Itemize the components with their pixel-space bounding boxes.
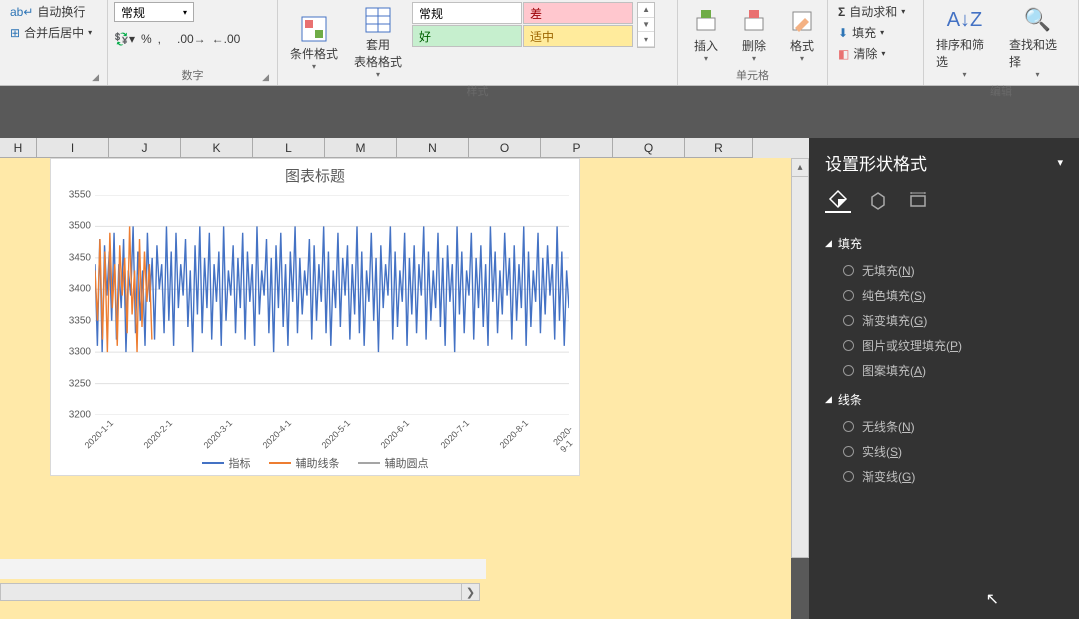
delete-icon <box>738 5 770 37</box>
size-properties-tab-icon[interactable] <box>905 187 931 213</box>
sheet-tab-bar[interactable]: ❯ <box>0 559 486 579</box>
dialog-launcher-icon[interactable]: ◢ <box>262 72 269 83</box>
fill-option-3[interactable]: 图片或纹理填充(P) <box>825 333 1063 358</box>
find-icon: 🔍 <box>1022 4 1054 36</box>
format-shape-pane: 设置形状格式 ▾ ◢填充 无填充(N)纯色填充(S)渐变填充(G)图片或纹理填充(… <box>809 138 1079 619</box>
wrap-text-button[interactable]: ab↵自动换行 <box>6 2 96 21</box>
worksheet-area[interactable]: 图表标题 32003250330033503400345035003550 20… <box>0 158 791 619</box>
accounting-format-button[interactable]: 💱▾ <box>114 32 135 46</box>
ribbon: ab↵自动换行 ⊞合并后居中▾ ◢ 常规▾ 💱▾ % , .00→ ←.00 数… <box>0 0 1079 86</box>
style-neutral[interactable]: 适中 <box>523 25 633 47</box>
effects-tab-icon[interactable] <box>865 187 891 213</box>
col-header-M[interactable]: M <box>325 138 397 158</box>
chart-legend[interactable]: 指标 辅助线条 辅助圆点 <box>51 455 579 471</box>
table-format-icon <box>362 4 394 36</box>
legend-item[interactable]: 辅助线条 <box>269 455 340 471</box>
format-cells-button[interactable]: 格式▾ <box>780 2 824 65</box>
fill-button[interactable]: ⬇填充▾ <box>834 23 909 42</box>
sort-filter-button[interactable]: A↓Z排序和筛选▾ <box>930 2 999 81</box>
gallery-down-icon[interactable]: ▼ <box>638 18 654 33</box>
find-select-button[interactable]: 🔍查找和选择▾ <box>1003 2 1072 81</box>
insert-cells-button[interactable]: 插入▾ <box>684 2 728 65</box>
line-option-0[interactable]: 无线条(N) <box>825 414 1063 439</box>
fill-section-header[interactable]: ◢填充 <box>825 235 1063 252</box>
fill-option-0[interactable]: 无填充(N) <box>825 258 1063 283</box>
percent-format-button[interactable]: % <box>141 32 152 46</box>
dialog-launcher-icon[interactable]: ◢ <box>92 72 99 83</box>
style-good[interactable]: 好 <box>412 25 522 47</box>
col-header-R[interactable]: R <box>685 138 753 158</box>
legend-item[interactable]: 辅助圆点 <box>358 455 429 471</box>
style-bad[interactable]: 差 <box>523 2 633 24</box>
col-header-P[interactable]: P <box>541 138 613 158</box>
autosum-button[interactable]: Σ自动求和▾ <box>834 2 909 21</box>
gallery-more-icon[interactable]: ▾ <box>638 32 654 47</box>
column-headers: HIJKLMNOPQR <box>0 138 809 158</box>
line-option-2[interactable]: 渐变线(G) <box>825 464 1063 489</box>
pane-title: 设置形状格式 <box>825 150 927 175</box>
col-header-Q[interactable]: Q <box>613 138 685 158</box>
comma-format-button[interactable]: , <box>158 32 161 46</box>
style-normal[interactable]: 常规 <box>412 2 522 24</box>
line-option-1[interactable]: 实线(S) <box>825 439 1063 464</box>
chart-title[interactable]: 图表标题 <box>51 159 579 192</box>
format-as-table-button[interactable]: 套用 表格格式▾ <box>348 2 408 81</box>
chart-y-axis: 32003250330033503400345035003550 <box>51 195 95 415</box>
merge-center-button[interactable]: ⊞合并后居中▾ <box>6 23 96 42</box>
fill-option-1[interactable]: 纯色填充(S) <box>825 283 1063 308</box>
col-header-O[interactable]: O <box>469 138 541 158</box>
sort-icon: A↓Z <box>949 4 981 36</box>
col-header-I[interactable]: I <box>37 138 109 158</box>
horizontal-scrollbar[interactable]: ❯ <box>0 583 480 601</box>
conditional-format-icon <box>298 13 330 45</box>
col-header-H[interactable]: H <box>0 138 37 158</box>
delete-cells-button[interactable]: 删除▾ <box>732 2 776 65</box>
col-header-L[interactable]: L <box>253 138 325 158</box>
cell-styles-gallery[interactable]: 常规 差 好 适中 <box>412 2 633 81</box>
line-section-header[interactable]: ◢线条 <box>825 391 1063 408</box>
gallery-up-icon[interactable]: ▲ <box>638 3 654 18</box>
increase-decimal-button[interactable]: .00→ <box>177 32 206 46</box>
legend-item[interactable]: 指标 <box>202 455 251 471</box>
chart-plot-area[interactable] <box>95 195 569 415</box>
chart-object[interactable]: 图表标题 32003250330033503400345035003550 20… <box>50 158 580 476</box>
number-format-dropdown[interactable]: 常规▾ <box>114 2 194 22</box>
fill-line-tab-icon[interactable] <box>825 187 851 213</box>
format-icon <box>786 5 818 37</box>
clear-button[interactable]: ◧清除▾ <box>834 44 909 63</box>
mouse-cursor-icon: ↖ <box>986 589 999 609</box>
col-header-K[interactable]: K <box>181 138 253 158</box>
scroll-up-icon[interactable]: ▴ <box>792 159 808 177</box>
insert-icon <box>690 5 722 37</box>
chart-x-axis: 2020-1-12020-2-12020-3-12020-4-12020-5-1… <box>95 415 569 455</box>
col-header-J[interactable]: J <box>109 138 181 158</box>
col-header-N[interactable]: N <box>397 138 469 158</box>
fill-option-2[interactable]: 渐变填充(G) <box>825 308 1063 333</box>
vertical-scrollbar[interactable]: ▴ <box>791 158 809 558</box>
scroll-right-icon[interactable]: ❯ <box>461 584 479 600</box>
fill-option-4[interactable]: 图案填充(A) <box>825 358 1063 383</box>
decrease-decimal-button[interactable]: ←.00 <box>212 32 241 46</box>
conditional-format-button[interactable]: 条件格式▾ <box>284 2 344 81</box>
pane-options-icon[interactable]: ▾ <box>1057 156 1063 169</box>
